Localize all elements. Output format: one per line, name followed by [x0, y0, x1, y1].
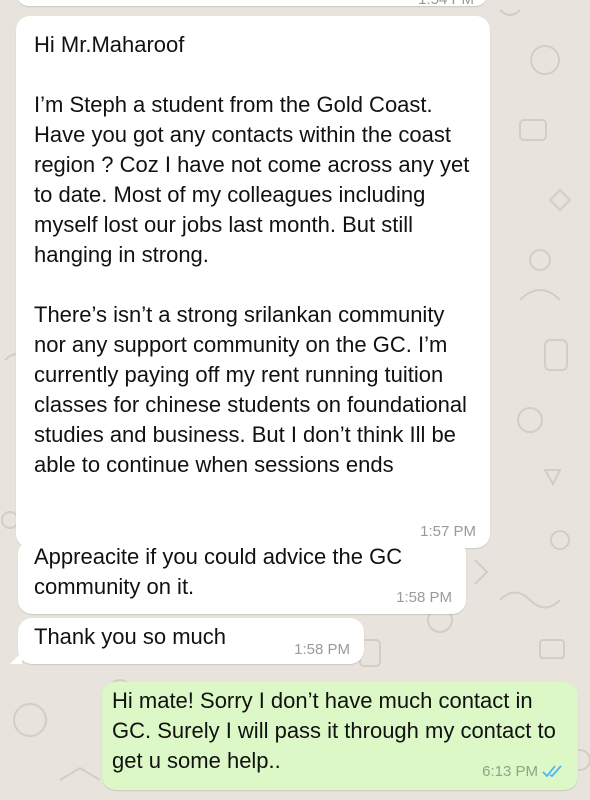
message-timestamp: 1:58 PM — [396, 589, 452, 606]
message-timestamp: 1:58 PM — [294, 641, 350, 658]
message-text: Hi Mr.Maharoof I’m Steph a student from … — [34, 32, 470, 477]
message-timestamp: 6:13 PM — [482, 764, 564, 782]
incoming-message-bubble[interactable]: Appreacite if you could advice the GC co… — [18, 540, 466, 614]
double-check-read-icon — [542, 764, 564, 782]
message-timestamp: 1:57 PM — [420, 523, 476, 540]
message-text: Appreacite if you could advice the GC co… — [34, 544, 403, 599]
previous-message-bubble[interactable]: 1:54 PM — [16, 0, 488, 8]
incoming-message-bubble[interactable]: Thank you so much 1:58 PM — [10, 618, 364, 664]
bubble-tail — [10, 652, 22, 664]
outgoing-message-bubble[interactable]: Hi mate! Sorry I don’t have much contact… — [102, 682, 578, 790]
message-timestamp: 1:54 PM — [418, 0, 474, 8]
incoming-message-bubble[interactable]: Hi Mr.Maharoof I’m Steph a student from … — [16, 16, 490, 548]
message-time: 6:13 PM — [482, 763, 538, 780]
